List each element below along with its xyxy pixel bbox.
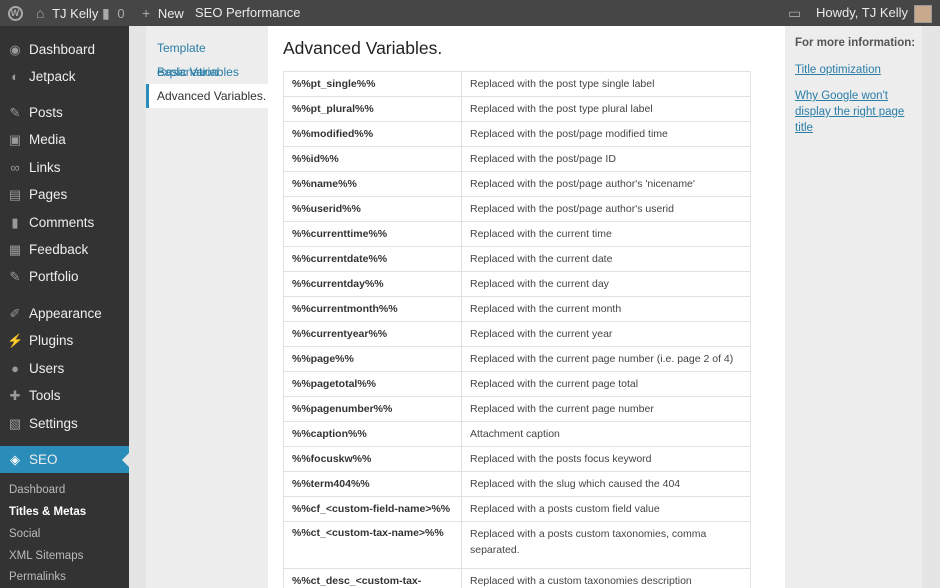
sidebar-item-feedback[interactable]: ▦ Feedback <box>0 236 129 263</box>
active-menu-arrow <box>122 453 129 467</box>
table-row: %%pagenumber%% Replaced with the current … <box>283 396 751 422</box>
help-sidebar-title: For more information: <box>795 37 916 49</box>
comment-bubble-icon: ▮ <box>102 5 110 21</box>
table-row: %%currentdate%% Replaced with the current… <box>283 246 751 272</box>
sidebar-item-seo[interactable]: ◈ SEO <box>0 446 129 473</box>
sidebar-item-comments[interactable]: ▮ Comments <box>0 209 129 236</box>
page-edge <box>922 26 940 588</box>
home-icon: ⌂ <box>36 5 45 21</box>
help-tab-list: Template explanation Basic Variables Adv… <box>146 26 268 588</box>
submenu-item-xml-sitemaps[interactable]: XML Sitemaps <box>9 545 83 567</box>
wordpress-logo-icon[interactable]: W <box>5 0 25 26</box>
table-row: %%currentmonth%% Replaced with the curren… <box>283 296 751 322</box>
brush-icon: ✐ <box>9 306 21 321</box>
table-row: %%pagetotal%% Replaced with the current p… <box>283 371 751 397</box>
admin-bar: W ⌂ TJ Kelly ▮ 0 + New SEO Performance ▭… <box>0 0 940 26</box>
plug-icon: ⚡ <box>7 333 24 348</box>
user-icon: ● <box>11 361 19 376</box>
table-row: %%focuskw%% Replaced with the posts focus… <box>283 446 751 472</box>
plus-icon: + <box>142 5 151 21</box>
table-row: %%page%% Replaced with the current page n… <box>283 346 751 372</box>
help-sidebar: For more information: Title optimization… <box>785 26 922 588</box>
pages-icon: ▤ <box>8 187 22 202</box>
media-icon: ▣ <box>8 132 22 147</box>
sidebar-item-portfolio[interactable]: ✎ Portfolio <box>0 263 129 290</box>
link-icon: ∞ <box>10 160 20 175</box>
table-row: %%term404%% Replaced with the slug which … <box>283 471 751 497</box>
sidebar-item-settings[interactable]: ▧ Settings <box>0 410 129 437</box>
table-row: %%pt_single%% Replaced with the post type… <box>283 71 751 97</box>
settings-icon: ▧ <box>8 416 22 431</box>
table-row: %%name%% Replaced with the post/page auth… <box>283 171 751 197</box>
table-row: %%id%% Replaced with the post/page ID <box>283 146 751 172</box>
table-row: %%ct_<custom-tax-name>%% Replaced with a … <box>283 521 751 569</box>
wrench-icon: ✚ <box>9 388 21 403</box>
pin-icon: ✎ <box>9 105 21 120</box>
sidebar-item-dashboard[interactable]: ◉ Dashboard <box>0 36 129 63</box>
help-content: Advanced Variables. %%pt_single%% Replace… <box>268 26 785 588</box>
sidebar-item-appearance[interactable]: ✐ Appearance <box>0 300 129 327</box>
submenu-item-social[interactable]: Social <box>9 523 40 545</box>
seo-icon: ◈ <box>10 452 20 467</box>
sidebar-item-links[interactable]: ∞ Links <box>0 154 129 181</box>
new-content-link[interactable]: + New <box>142 0 184 26</box>
sidebar-item-plugins[interactable]: ⚡ Plugins <box>0 327 129 354</box>
sidebar-item-media[interactable]: ▣ Media <box>0 126 129 153</box>
table-row: %%caption%% Attachment caption <box>283 421 751 447</box>
table-row: %%currenttime%% Replaced with the current… <box>283 221 751 247</box>
table-row: %%cf_<custom-field-name>%% Replaced with … <box>283 496 751 522</box>
dashboard-icon: ◉ <box>9 42 21 57</box>
jetpack-icon: ◐ <box>11 69 19 84</box>
sidebar-item-users[interactable]: ● Users <box>0 355 129 382</box>
variables-table: %%pt_single%% Replaced with the post type… <box>283 71 751 588</box>
admin-sidebar: ◉ Dashboard ◐ Jetpack ✎ Posts ▣ Media ∞ … <box>0 26 129 588</box>
comments-icon: ▮ <box>11 215 19 230</box>
pin-icon: ✎ <box>9 269 21 284</box>
feedback-icon: ▦ <box>8 242 22 257</box>
table-row: %%currentday%% Replaced with the current … <box>283 271 751 297</box>
seo-menu-link[interactable]: SEO <box>195 0 222 26</box>
title-optimization-link[interactable]: Title optimization <box>795 62 915 78</box>
site-name-link[interactable]: ⌂ TJ Kelly <box>36 0 98 26</box>
page-title: Advanced Variables. <box>283 38 443 58</box>
table-row: %%modified%% Replaced with the post/page … <box>283 121 751 147</box>
submenu-item-titles-metas[interactable]: Titles & Metas <box>9 501 86 523</box>
sidebar-item-posts[interactable]: ✎ Posts <box>0 99 129 126</box>
help-tab-template-explanation[interactable]: Template explanation <box>146 36 268 79</box>
sidebar-item-tools[interactable]: ✚ Tools <box>0 382 129 409</box>
help-tab-basic-variables[interactable]: Basic Variables <box>146 60 268 84</box>
sidebar-item-pages[interactable]: ▤ Pages <box>0 181 129 208</box>
table-row: %%currentyear%% Replaced with the current… <box>283 321 751 347</box>
table-row: %%pt_plural%% Replaced with the post type… <box>283 96 751 122</box>
help-tab-advanced-variables[interactable]: Advanced Variables. <box>146 84 268 108</box>
comments-link[interactable]: ▮ 0 <box>102 0 125 26</box>
google-title-link[interactable]: Why Google won't display the right page … <box>795 88 915 136</box>
table-row: %%ct_desc_<custom-tax- Replaced with a cu… <box>283 568 751 588</box>
avatar <box>914 4 932 23</box>
sidebar-item-jetpack[interactable]: ◐ Jetpack <box>0 63 129 90</box>
notifications-icon[interactable]: ▭ <box>788 0 801 26</box>
submenu-item-dashboard[interactable]: Dashboard <box>9 479 65 501</box>
account-menu[interactable]: Howdy, TJ Kelly <box>816 0 932 26</box>
submenu-item-permalinks[interactable]: Permalinks <box>9 566 66 588</box>
performance-menu-link[interactable]: Performance <box>226 0 300 26</box>
table-row: %%userid%% Replaced with the post/page au… <box>283 196 751 222</box>
